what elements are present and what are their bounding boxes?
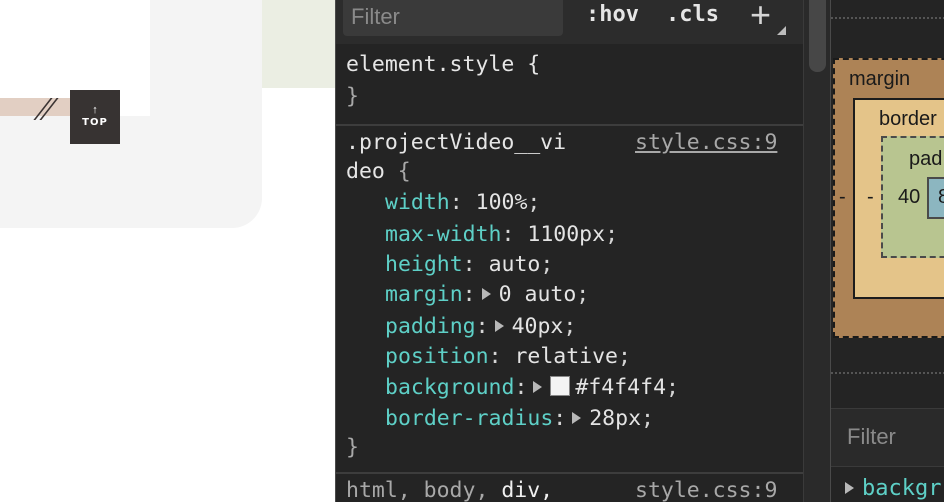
expand-triangle-icon[interactable] [572,412,582,424]
scrollbar-thumb[interactable] [809,0,826,72]
border-label: border [879,108,937,130]
styles-pane: :hov .cls + element.style { } .projectVi… [335,0,830,502]
rule-source-link-2[interactable]: style.css:9 [635,478,777,502]
styles-filter [343,0,563,36]
element-style-selector[interactable]: element.style { [346,50,540,80]
rule-open-brace: { [397,159,411,184]
new-style-rule-button[interactable]: + [750,0,771,36]
computed-property-row[interactable]: backgr [845,476,941,501]
declaration-position[interactable]: position: relative; [385,342,631,372]
rule-close-brace: } [346,435,359,460]
declaration-background[interactable]: background: #f4f4f4; [385,373,679,403]
property-value[interactable]: auto [489,252,541,277]
declaration-margin[interactable]: margin: 0 auto; [385,280,589,310]
class-toggle[interactable]: .cls [666,2,719,27]
expand-triangle-icon[interactable] [533,381,543,393]
expand-triangle-icon[interactable] [494,320,504,332]
property-value[interactable]: 28px [589,406,641,431]
arrow-up-icon: ↑ [92,104,98,116]
rule-separator [336,124,803,126]
scroll-to-top-label: TOP [82,117,108,128]
inherited-selector-breadcrumb[interactable]: html, body, div, [346,478,553,502]
padding-label: pad [909,148,943,170]
computed-property-name: backgr [862,476,942,501]
border-left-value[interactable]: - [867,186,874,209]
computed-filter-input[interactable] [831,409,944,464]
property-name[interactable]: background [385,375,514,400]
declaration-max-width[interactable]: max-width: 1100px; [385,220,618,250]
property-name[interactable]: margin [385,282,463,307]
styles-toolbar: :hov .cls + [336,0,803,44]
dotted-divider [831,372,944,374]
rule-selector-line2[interactable]: deo { [346,157,411,187]
color-swatch-icon[interactable] [550,376,571,396]
computed-filter [831,408,944,467]
expand-triangle-icon[interactable] [481,288,491,300]
selector-tail: deo [346,159,385,184]
web-page-viewport: ↑ TOP [0,0,335,502]
property-name[interactable]: width [385,190,450,215]
page-background-band [262,0,335,88]
breadcrumb-current: div, [501,478,554,502]
breadcrumb-ancestors: html, body, [346,478,502,502]
property-value[interactable]: relative [514,344,618,369]
computed-pane: margin border pad - - 40 8 backgr [830,0,944,502]
property-name[interactable]: position [385,344,489,369]
property-value[interactable]: 0 auto [499,282,577,307]
new-rule-menu-corner-icon[interactable] [777,26,786,35]
rule-selector-line1[interactable]: .projectVideo__vi [346,128,566,158]
scroll-to-top-button[interactable]: ↑ TOP [70,90,120,144]
property-name[interactable]: height [385,252,463,277]
styles-filter-input[interactable] [343,0,551,34]
property-value[interactable]: 40px [512,314,564,339]
property-name[interactable]: max-width [385,222,502,247]
expand-triangle-icon[interactable] [845,482,854,494]
property-value[interactable]: #f4f4f4 [575,375,666,400]
margin-label: margin [849,68,911,90]
project-video-container [0,0,262,228]
rule-separator [336,472,803,474]
padding-left-value[interactable]: 40 [898,186,920,209]
dotted-divider [831,17,944,19]
property-name[interactable]: padding [385,314,476,339]
property-value[interactable]: 1100px [527,222,605,247]
element-style-close-brace: } [346,84,359,109]
declaration-border-radius[interactable]: border-radius: 28px; [385,404,654,434]
content-size-value[interactable]: 8 [938,186,944,209]
hover-state-toggle[interactable]: :hov [586,2,639,27]
margin-left-value[interactable]: - [839,186,846,209]
rule-source-link[interactable]: style.css:9 [635,128,777,158]
property-value[interactable]: 100% [476,190,528,215]
declaration-width[interactable]: width: 100%; [385,188,540,218]
declaration-height[interactable]: height: auto; [385,250,553,280]
styles-scrollbar[interactable] [803,0,830,502]
declaration-padding[interactable]: padding: 40px; [385,312,576,342]
property-name[interactable]: border-radius [385,406,553,431]
